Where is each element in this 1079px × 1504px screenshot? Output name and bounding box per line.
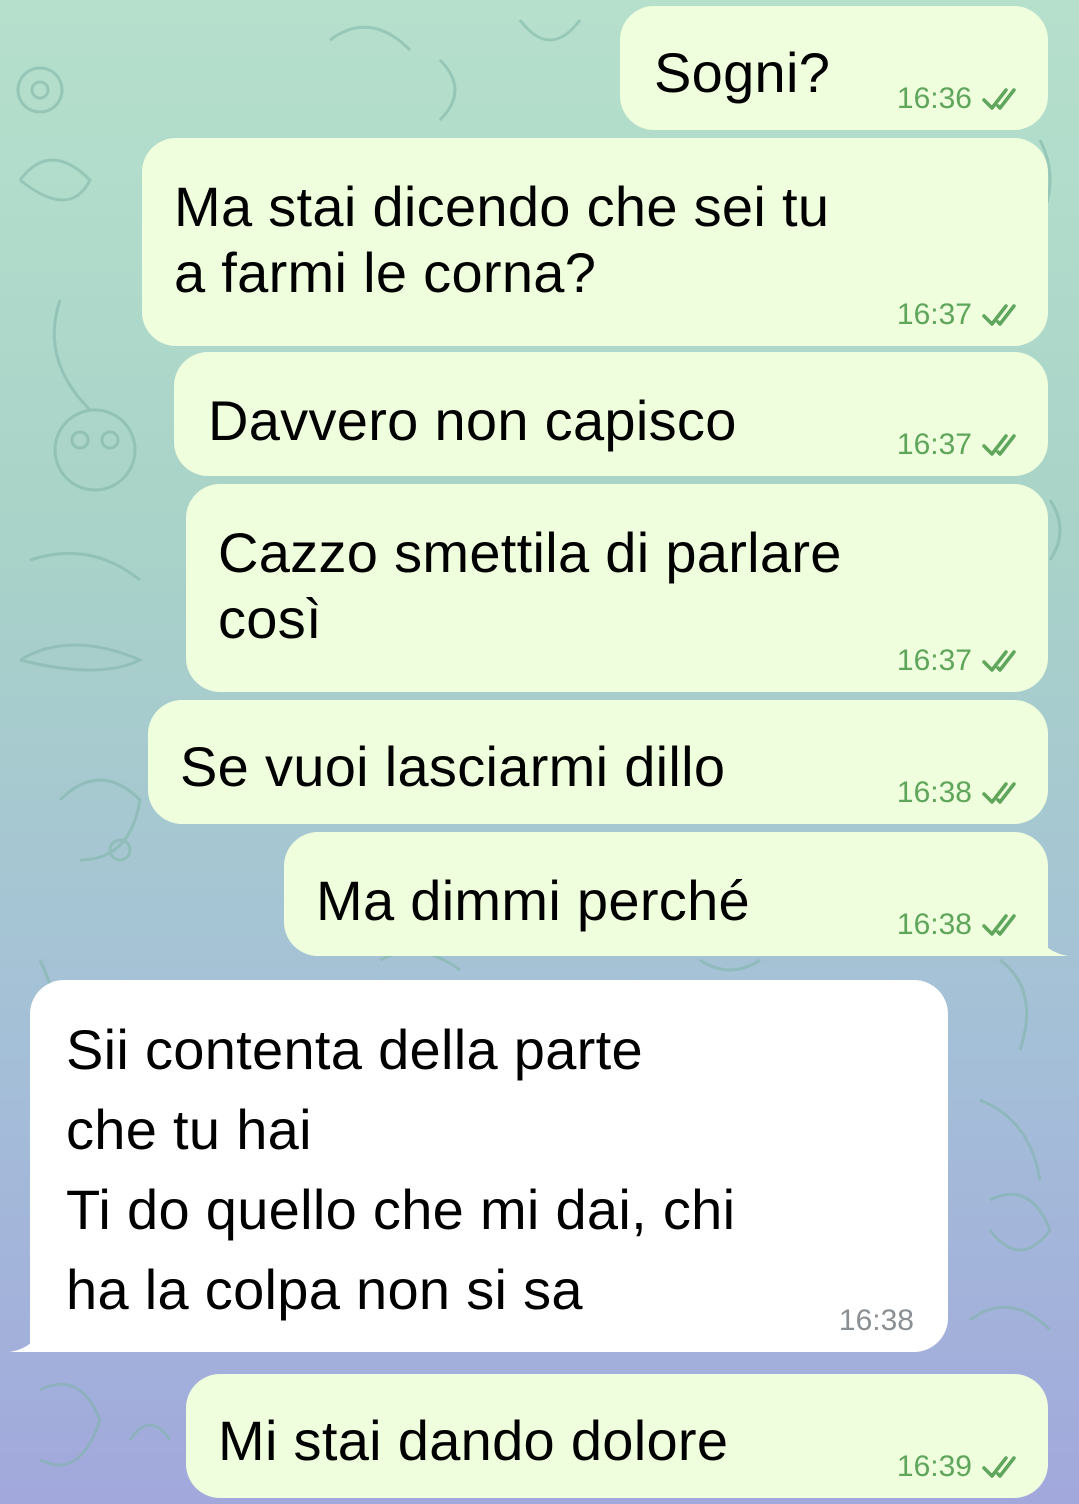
double-check-icon (982, 1456, 1016, 1478)
message-bubble-outgoing[interactable]: Se vuoi lasciarmi dillo 16:38 (148, 700, 1048, 824)
message-text: Davvero non capisco (208, 389, 737, 452)
double-check-icon (982, 650, 1016, 672)
double-check-icon (982, 914, 1016, 936)
message-text: Ma dimmi perché (316, 869, 750, 932)
message-time: 16:37 (896, 298, 972, 331)
message-time: 16:36 (896, 82, 972, 115)
double-check-icon (982, 304, 1016, 326)
message-text: Ma stai dicendo che sei tu a farmi le co… (174, 175, 830, 304)
double-check-icon (982, 88, 1016, 110)
message-time: 16:39 (896, 1450, 972, 1483)
message-text: Mi stai dando dolore (218, 1409, 729, 1472)
bubble-tail (10, 1318, 44, 1352)
message-bubble-outgoing[interactable]: Ma dimmi perché 16:38 (284, 832, 1068, 956)
message-time: 16:38 (896, 908, 972, 941)
double-check-icon (982, 782, 1016, 804)
message-text: Se vuoi lasciarmi dillo (180, 735, 726, 798)
message-bubble-outgoing[interactable]: Ma stai dicendo che sei tu a farmi le co… (142, 138, 1048, 346)
message-text: Cazzo smettila di parlare così (218, 521, 842, 650)
message-time: 16:38 (838, 1304, 914, 1337)
message-text: Sii contenta della parte che tu hai Ti d… (66, 1018, 736, 1321)
message-time: 16:37 (896, 644, 972, 677)
message-text: Sogni? (654, 41, 831, 104)
message-bubble-outgoing[interactable]: Sogni? 16:36 (620, 6, 1048, 130)
message-time: 16:37 (896, 428, 972, 461)
message-time: 16:38 (896, 776, 972, 809)
double-check-icon (982, 434, 1016, 456)
message-bubble-outgoing[interactable]: Davvero non capisco 16:37 (174, 352, 1048, 476)
message-bubble-outgoing[interactable]: Mi stai dando dolore 16:39 (186, 1374, 1048, 1498)
message-bubble-outgoing[interactable]: Cazzo smettila di parlare così 16:37 (186, 484, 1048, 692)
message-bubble-incoming[interactable]: Sii contenta della parte che tu hai Ti d… (10, 980, 948, 1352)
bubble-tail (1034, 922, 1068, 956)
